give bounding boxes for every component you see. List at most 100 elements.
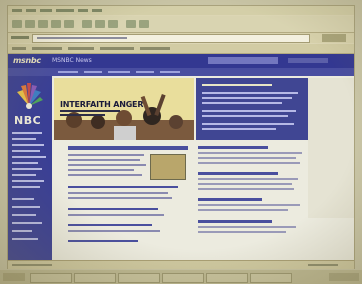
- print-button[interactable]: [139, 20, 149, 28]
- menu-item[interactable]: [78, 9, 88, 12]
- story-text-line: [198, 231, 286, 233]
- mail-button[interactable]: [126, 20, 136, 28]
- story-link[interactable]: [68, 224, 152, 226]
- stop-button[interactable]: [38, 20, 48, 28]
- section-nav-item[interactable]: [160, 71, 180, 73]
- sidebar-link[interactable]: [12, 174, 36, 176]
- lead-story-headline[interactable]: INTERFAITH ANGER: [60, 100, 143, 109]
- menu-bar: [8, 6, 354, 15]
- sidebar-link[interactable]: [12, 156, 46, 158]
- address-text: [37, 37, 127, 39]
- sidebar-link[interactable]: [12, 222, 42, 224]
- links-bar: [8, 44, 354, 54]
- taskbar-button[interactable]: [30, 273, 72, 283]
- story-text-line: [198, 188, 294, 190]
- story-thumbnail[interactable]: [150, 154, 186, 180]
- nbc-logo-text: NBC: [14, 114, 42, 127]
- panel-link[interactable]: [202, 115, 288, 117]
- taskbar: [0, 270, 362, 284]
- sidebar-link[interactable]: [12, 230, 32, 232]
- story-link[interactable]: [68, 186, 178, 188]
- back-button[interactable]: [12, 20, 22, 28]
- site-search-input[interactable]: [208, 57, 278, 64]
- panel-link[interactable]: [202, 102, 282, 104]
- story-link[interactable]: [68, 208, 158, 210]
- sidebar-link[interactable]: [12, 132, 42, 134]
- sidebar-link[interactable]: [12, 162, 38, 164]
- story-title[interactable]: [198, 172, 278, 175]
- go-button[interactable]: [322, 34, 346, 42]
- panel-link[interactable]: [202, 128, 276, 130]
- story-text-line: [198, 183, 292, 185]
- link-item[interactable]: [140, 47, 170, 50]
- menu-item[interactable]: [12, 9, 22, 12]
- link-item[interactable]: [68, 47, 94, 50]
- section-nav-item[interactable]: [136, 71, 154, 73]
- panel-link[interactable]: [202, 110, 296, 112]
- system-tray: [329, 273, 359, 281]
- story-title[interactable]: [198, 220, 272, 223]
- panel-link[interactable]: [202, 123, 294, 125]
- link-item[interactable]: [100, 47, 134, 50]
- sidebar-link[interactable]: [12, 206, 40, 208]
- history-button[interactable]: [108, 20, 118, 28]
- story-column-left: [68, 146, 192, 256]
- story-text-line: [68, 159, 140, 161]
- story-title[interactable]: [198, 146, 268, 149]
- story-text-line: [198, 204, 300, 206]
- sidebar-link[interactable]: [12, 150, 40, 152]
- section-tab[interactable]: MSNBC News: [52, 57, 92, 64]
- sidebar-link[interactable]: [12, 198, 34, 200]
- lead-story-subhead: [60, 110, 120, 112]
- taskbar-button[interactable]: [206, 273, 248, 283]
- panel-link[interactable]: [202, 97, 292, 99]
- start-button[interactable]: [3, 273, 25, 281]
- nbc-peacock-icon: [17, 83, 43, 109]
- story-text-line: [198, 226, 296, 228]
- favorites-button[interactable]: [95, 20, 105, 28]
- story-title[interactable]: [198, 198, 262, 201]
- lead-story-banner[interactable]: INTERFAITH ANGER: [54, 78, 194, 140]
- taskbar-button[interactable]: [118, 273, 160, 283]
- story-text-line: [68, 197, 172, 199]
- msnbc-logo[interactable]: msnbc: [13, 56, 41, 65]
- story-text-line: [68, 230, 160, 232]
- sidebar-link[interactable]: [12, 238, 38, 240]
- address-label: [11, 36, 29, 39]
- sidebar-link[interactable]: [12, 144, 44, 146]
- story-text-line: [68, 164, 146, 166]
- ad-column: [308, 78, 354, 218]
- forward-button[interactable]: [25, 20, 35, 28]
- sidebar-link[interactable]: [12, 168, 42, 170]
- story-title[interactable]: [68, 146, 188, 150]
- section-nav-item[interactable]: [58, 71, 78, 73]
- refresh-button[interactable]: [51, 20, 61, 28]
- panel-link[interactable]: [202, 92, 298, 94]
- link-item[interactable]: [32, 47, 62, 50]
- section-nav: [8, 68, 354, 76]
- status-zone: [308, 264, 338, 266]
- section-nav-item[interactable]: [108, 71, 130, 73]
- story-column-right: [198, 146, 306, 256]
- toolbar: [8, 16, 354, 33]
- taskbar-button[interactable]: [74, 273, 116, 283]
- story-text-line: [68, 169, 134, 171]
- menu-item[interactable]: [92, 9, 102, 12]
- sidebar-link[interactable]: [12, 214, 36, 216]
- taskbar-button[interactable]: [162, 273, 204, 283]
- section-nav-item[interactable]: [84, 71, 102, 73]
- story-link[interactable]: [68, 240, 138, 242]
- menu-item[interactable]: [56, 9, 74, 12]
- site-search-button[interactable]: [288, 58, 328, 63]
- menu-item[interactable]: [40, 9, 52, 12]
- sidebar-link[interactable]: [12, 138, 36, 140]
- panel-title: [202, 84, 272, 86]
- address-input[interactable]: [32, 34, 310, 43]
- taskbar-button[interactable]: [250, 273, 292, 283]
- home-button[interactable]: [64, 20, 74, 28]
- menu-item[interactable]: [26, 9, 36, 12]
- search-button[interactable]: [82, 20, 92, 28]
- sidebar-link[interactable]: [12, 186, 40, 188]
- sidebar-link[interactable]: [12, 180, 44, 182]
- status-bar: [8, 260, 354, 269]
